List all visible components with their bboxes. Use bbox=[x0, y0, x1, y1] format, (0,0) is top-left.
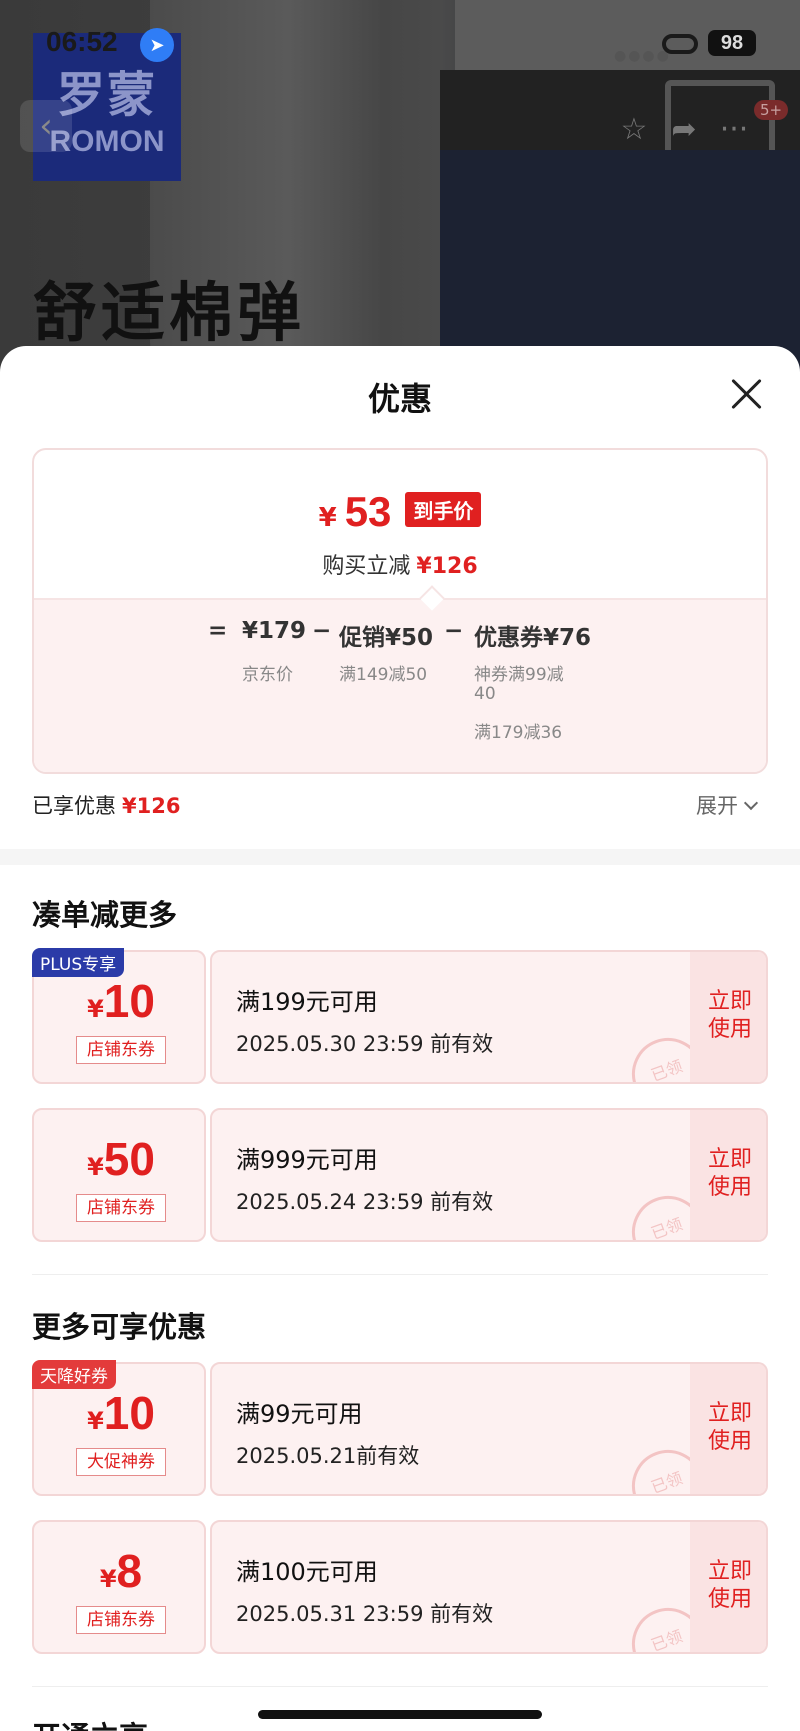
battery-indicator: 98 bbox=[708, 30, 756, 56]
coupon-card: ¥8 店铺东券 满100元可用 2025.05.31 23:59 前有效 已领 … bbox=[32, 1520, 768, 1654]
coupon-info-panel: 满199元可用 2025.05.30 23:59 前有效 已领 立即 使用 bbox=[210, 950, 768, 1084]
final-price-value: 53 bbox=[344, 488, 392, 535]
coupon-condition: 满199元可用 bbox=[236, 988, 378, 1016]
coupon-validity: 2025.05.21前有效 bbox=[236, 1444, 420, 1468]
coupon-badge-plus: PLUS专享 bbox=[32, 948, 125, 977]
share-icon[interactable]: ➦ bbox=[666, 112, 702, 147]
use-now-label[interactable]: 立即 使用 bbox=[690, 988, 766, 1044]
enjoyed-amount: ¥126 bbox=[122, 794, 181, 818]
close-icon[interactable] bbox=[728, 376, 764, 412]
formula-jd-price: ¥179 bbox=[242, 618, 307, 644]
coupon-type: 大促神券 bbox=[76, 1448, 166, 1476]
coupon-info-panel: 满999元可用 2025.05.24 23:59 前有效 已领 立即 使用 bbox=[210, 1108, 768, 1242]
coupon-type: 店铺东券 bbox=[76, 1606, 166, 1634]
coupon-value: 50 bbox=[103, 1133, 155, 1185]
coupon-amount: ¥50 bbox=[34, 1132, 208, 1186]
coupon-condition: 满999元可用 bbox=[236, 1146, 378, 1174]
product-hero-text: 舒适棉弹 bbox=[33, 276, 305, 351]
section-title-open: 开通立享 bbox=[32, 1714, 148, 1731]
formula-minus-1: − bbox=[312, 618, 332, 644]
reduce-label: 购买立减 bbox=[322, 554, 411, 579]
formula-equals: = bbox=[208, 618, 228, 644]
coupon-card: ¥10 店铺东券 PLUS专享 满199元可用 2025.05.30 23:59… bbox=[32, 948, 768, 1084]
signal-dots-icon: ●●●● bbox=[614, 48, 671, 64]
discount-sheet: 优惠 ¥ 53 到手价 购买立减 ¥126 = ¥179 京东价 − 促销¥50 … bbox=[0, 346, 800, 1731]
expand-button[interactable]: 展开 bbox=[696, 790, 759, 820]
formula-coupon: 优惠券¥76 bbox=[474, 625, 592, 651]
message-badge: 5+ bbox=[754, 100, 789, 120]
coupon-card: ¥50 店铺东券 满999元可用 2025.05.24 23:59 前有效 已领… bbox=[32, 1108, 768, 1242]
coupon-currency: ¥ bbox=[87, 995, 104, 1023]
section-divider bbox=[0, 849, 800, 865]
star-icon[interactable]: ☆ bbox=[616, 112, 652, 147]
enjoyed-label: 已享优惠 bbox=[32, 794, 116, 818]
coupon-amount: ¥8 bbox=[34, 1544, 208, 1598]
section-title-bundle: 凑单减更多 bbox=[32, 898, 178, 932]
reduce-amount: ¥126 bbox=[416, 554, 478, 579]
coupon-currency: ¥ bbox=[99, 1565, 117, 1593]
use-now-label[interactable]: 立即 使用 bbox=[690, 1400, 766, 1456]
formula-minus-2: − bbox=[444, 618, 464, 644]
formula-jd-price-label: 京东价 bbox=[242, 665, 293, 685]
coupon-badge-sky: 天降好券 bbox=[32, 1360, 116, 1389]
status-time: 06:52 bbox=[46, 26, 118, 57]
use-now-label[interactable]: 立即 使用 bbox=[690, 1146, 766, 1202]
coupon-validity: 2025.05.30 23:59 前有效 bbox=[236, 1032, 494, 1056]
reduce-line: 购买立减 ¥126 bbox=[34, 548, 766, 580]
coupon-condition: 满99元可用 bbox=[236, 1400, 363, 1428]
coupon-type: 店铺东券 bbox=[76, 1036, 166, 1064]
formula-promo: 促销¥50 bbox=[339, 625, 434, 651]
sheet-title: 优惠 bbox=[367, 380, 432, 418]
coupon-condition: 满100元可用 bbox=[236, 1558, 378, 1586]
coupon-value-panel: ¥8 店铺东券 bbox=[32, 1520, 206, 1654]
location-arrow-icon: ➤ bbox=[140, 28, 174, 62]
home-indicator[interactable] bbox=[258, 1710, 542, 1719]
coupon-type: 店铺东券 bbox=[76, 1194, 166, 1222]
chevron-down-icon bbox=[743, 795, 759, 811]
coupon-currency: ¥ bbox=[87, 1153, 104, 1181]
coupon-value-panel: ¥50 店铺东券 bbox=[32, 1108, 206, 1242]
price-breakdown-card: ¥ 53 到手价 购买立减 ¥126 = ¥179 京东价 − 促销¥50 满14… bbox=[32, 448, 768, 774]
final-price: ¥ 53 到手价 bbox=[34, 488, 766, 536]
back-button[interactable]: ‹ bbox=[20, 100, 72, 152]
coupon-amount: ¥10 bbox=[34, 1386, 208, 1440]
section-separator bbox=[32, 1686, 768, 1687]
section-title-more: 更多可享优惠 bbox=[32, 1310, 207, 1344]
coupon-validity: 2025.05.24 23:59 前有效 bbox=[236, 1190, 494, 1214]
coupon-value: 8 bbox=[116, 1545, 143, 1597]
use-now-label[interactable]: 立即 使用 bbox=[690, 1558, 766, 1614]
expand-label: 展开 bbox=[696, 794, 738, 818]
formula-promo-sub: 满149减50 bbox=[339, 665, 428, 685]
coupon-value: 10 bbox=[103, 1387, 155, 1439]
more-icon[interactable]: ··· bbox=[716, 112, 752, 147]
formula-coupon-sub-1a: 神券满99减 bbox=[474, 665, 564, 685]
coupon-card: ¥10 大促神券 天降好券 满99元可用 2025.05.21前有效 已领 立即… bbox=[32, 1360, 768, 1496]
final-price-currency: ¥ bbox=[318, 503, 337, 533]
coupon-info-panel: 满99元可用 2025.05.21前有效 已领 立即 使用 bbox=[210, 1362, 768, 1496]
coupon-currency: ¥ bbox=[87, 1407, 104, 1435]
final-price-tag: 到手价 bbox=[405, 492, 482, 527]
link-icon bbox=[662, 34, 698, 54]
coupon-info-panel: 满100元可用 2025.05.31 23:59 前有效 已领 立即 使用 bbox=[210, 1520, 768, 1654]
section-separator bbox=[32, 1274, 768, 1275]
enjoyed-discount: 已享优惠 ¥126 bbox=[32, 790, 180, 820]
coupon-value: 10 bbox=[103, 975, 155, 1027]
coupon-amount: ¥10 bbox=[34, 974, 208, 1028]
coupon-validity: 2025.05.31 23:59 前有效 bbox=[236, 1602, 494, 1626]
formula-coupon-sub-2: 满179减36 bbox=[474, 723, 563, 743]
formula-coupon-sub-1b: 40 bbox=[474, 684, 496, 704]
